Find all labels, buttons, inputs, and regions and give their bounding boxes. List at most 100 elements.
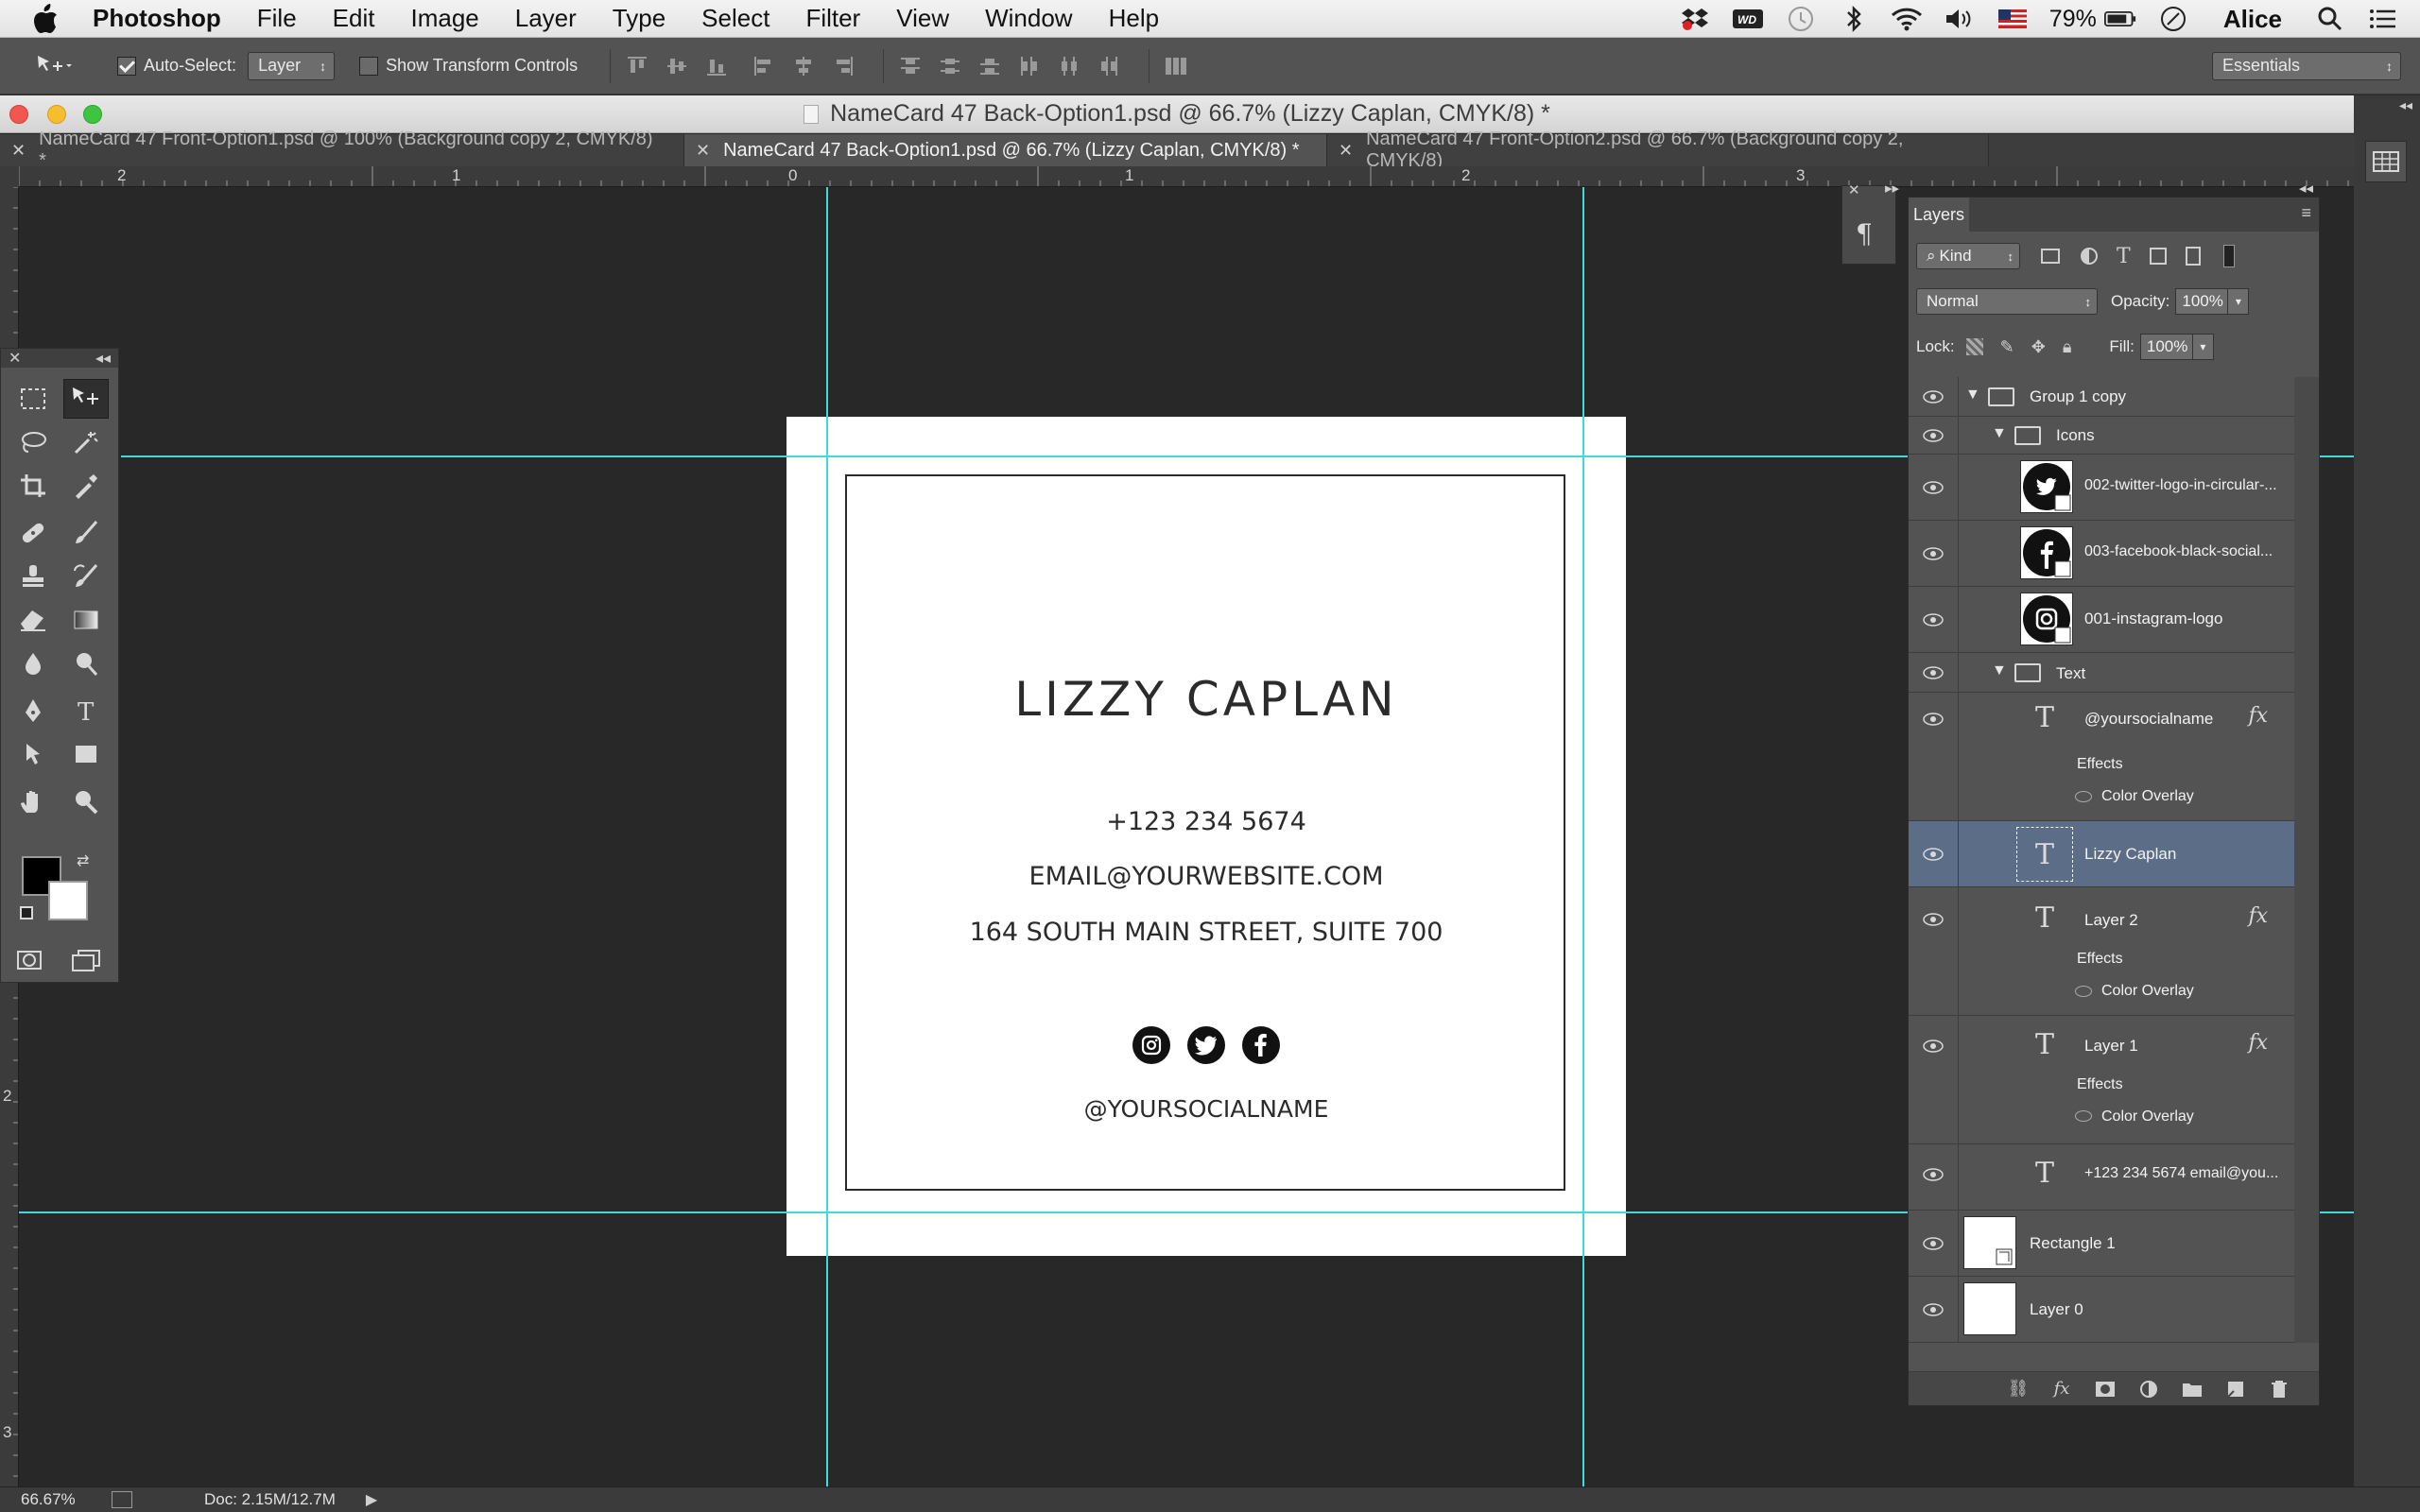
align-right-icon[interactable]	[830, 53, 856, 79]
ruler-origin[interactable]	[0, 166, 19, 187]
instagram-icon[interactable]	[1132, 1026, 1170, 1064]
fx-icon[interactable]: fx	[2248, 1031, 2268, 1055]
workspace-dropdown[interactable]: Essentials	[2212, 51, 2401, 80]
expand-triangle-icon[interactable]: ▼	[1992, 662, 2007, 679]
visibility-eye-icon[interactable]	[1920, 478, 1946, 497]
color-overlay-effect[interactable]: Color Overlay	[2101, 983, 2194, 1000]
menu-edit[interactable]: Edit	[333, 4, 375, 33]
opacity-field[interactable]: 100%	[2175, 288, 2229, 315]
distribute-right-icon[interactable]	[1096, 53, 1122, 79]
layers-scrollbar[interactable]	[2294, 377, 2319, 1343]
visibility-eye-icon[interactable]	[1920, 610, 1946, 629]
horizontal-guide[interactable]	[19, 1211, 1908, 1213]
zoom-level[interactable]: 66.67%	[21, 1490, 106, 1509]
paragraph-icon[interactable]: ¶	[1856, 218, 1873, 249]
vertical-guide[interactable]	[826, 187, 828, 1486]
adjustment-layer-icon[interactable]	[2137, 1379, 2160, 1400]
clock-icon[interactable]	[2157, 5, 2189, 33]
list-icon[interactable]	[2367, 5, 2399, 33]
visibility-eye-icon[interactable]	[1920, 387, 1946, 406]
filter-toggle[interactable]	[2222, 245, 2235, 267]
fx-icon[interactable]: fx	[2248, 904, 2268, 928]
layer-1[interactable]: T Layer 1 fx Effects Color Overlay	[1909, 1016, 2294, 1144]
visibility-eye-icon[interactable]	[1920, 1165, 1946, 1184]
horizontal-guide[interactable]	[121, 455, 1908, 457]
close-tab-icon[interactable]: ✕	[1339, 141, 1353, 161]
collapse-panels-icon[interactable]: ◂◂	[2299, 180, 2313, 197]
layer-twitter-logo[interactable]: 002-twitter-logo-in-circular-...	[1909, 455, 2294, 521]
clone-stamp-tool[interactable]	[10, 557, 56, 596]
menu-layer[interactable]: Layer	[515, 4, 577, 33]
lock-transparent-icon[interactable]	[1965, 338, 1983, 355]
distribute-vcenter-icon[interactable]	[937, 53, 963, 79]
eyedropper-tool[interactable]	[63, 466, 109, 506]
fill-slider-button[interactable]: ▾	[2192, 334, 2214, 360]
filter-adjustment-icon[interactable]	[2081, 248, 2098, 265]
zoom-window-button[interactable]	[83, 105, 102, 124]
layer-group-icons[interactable]: ▼ Icons	[1909, 417, 2294, 455]
menu-select[interactable]: Select	[701, 4, 769, 33]
align-left-icon[interactable]	[751, 53, 777, 79]
effects-label[interactable]: Effects	[2077, 756, 2123, 773]
auto-align-icon[interactable]	[1163, 53, 1189, 79]
visibility-eye-icon[interactable]	[1920, 426, 1946, 445]
visibility-eye-icon[interactable]	[1920, 1037, 1946, 1056]
distribute-hcenter-icon[interactable]	[1056, 53, 1082, 79]
minimize-window-button[interactable]	[47, 105, 66, 124]
filter-kind-dropdown[interactable]: ⌕ Kind	[1916, 243, 2020, 269]
layer-contact-text[interactable]: T +123 234 5674 email@you...	[1909, 1144, 2294, 1211]
magic-wand-tool[interactable]	[63, 422, 109, 462]
time-machine-icon[interactable]	[1785, 5, 1817, 33]
default-colors-icon[interactable]	[20, 906, 33, 919]
move-tool-preset-icon[interactable]	[34, 53, 72, 79]
fx-icon[interactable]: fx	[2248, 704, 2268, 728]
collapse-icon[interactable]: ◂◂	[95, 349, 111, 368]
tab-front-option2[interactable]: ✕ NameCard 47 Front-Option2.psd @ 66.7% …	[1327, 129, 1989, 171]
zoom-tool[interactable]	[63, 782, 109, 821]
status-preview-icon[interactable]	[112, 1491, 132, 1508]
menu-file[interactable]: File	[257, 4, 297, 33]
marquee-tool[interactable]	[10, 379, 56, 419]
type-tool[interactable]: T	[63, 691, 109, 730]
layer-lizzy-caplan[interactable]: T Lizzy Caplan	[1909, 821, 2294, 887]
user-menu[interactable]: Alice	[2223, 5, 2282, 34]
new-group-icon[interactable]	[2181, 1379, 2204, 1400]
wd-icon[interactable]: WD	[1732, 5, 1764, 33]
distribute-left-icon[interactable]	[1016, 53, 1043, 79]
history-brush-tool[interactable]	[63, 557, 109, 596]
bluetooth-icon[interactable]	[1838, 5, 1870, 33]
move-tool[interactable]	[63, 379, 109, 419]
color-overlay-effect[interactable]: Color Overlay	[2101, 788, 2194, 805]
opacity-slider-button[interactable]: ▾	[2228, 288, 2250, 315]
add-style-icon[interactable]: fx	[2050, 1379, 2073, 1400]
facebook-icon[interactable]	[1242, 1026, 1280, 1064]
panel-menu-icon[interactable]: ≡	[2301, 203, 2311, 223]
effects-label[interactable]: Effects	[2077, 1076, 2123, 1093]
expand-panels-icon[interactable]: ▸▸	[1885, 180, 1899, 197]
visibility-eye-icon[interactable]	[1920, 710, 1946, 729]
dropbox-icon[interactable]	[1679, 5, 1711, 33]
close-tab-icon[interactable]: ✕	[696, 141, 710, 161]
panel-icon[interactable]	[2365, 141, 2407, 182]
align-vcenter-icon[interactable]	[664, 53, 690, 79]
close-tab-icon[interactable]: ✕	[11, 141, 26, 161]
menu-filter[interactable]: Filter	[805, 4, 860, 33]
blur-tool[interactable]	[10, 644, 56, 683]
layer-facebook-logo[interactable]: 003-facebook-black-social...	[1909, 521, 2294, 587]
vertical-guide[interactable]	[1582, 187, 1584, 1486]
healing-brush-tool[interactable]	[10, 513, 56, 553]
layer-2[interactable]: T Layer 2 fx Effects Color Overlay	[1909, 887, 2294, 1016]
visibility-eye-icon[interactable]	[1920, 910, 1946, 929]
add-mask-icon[interactable]	[2094, 1379, 2117, 1400]
visibility-eye-icon[interactable]	[1920, 845, 1946, 864]
filter-type-icon[interactable]: T	[2117, 245, 2131, 268]
effects-label[interactable]: Effects	[2077, 951, 2123, 968]
search-icon[interactable]	[2314, 5, 2346, 33]
effect-visibility-icon[interactable]	[2075, 791, 2092, 802]
card-name[interactable]: LIZZY CAPLAN	[786, 672, 1626, 727]
apple-icon[interactable]	[32, 3, 64, 35]
new-layer-icon[interactable]	[2224, 1379, 2247, 1400]
pen-tool[interactable]	[10, 691, 56, 730]
align-top-icon[interactable]	[624, 53, 650, 79]
effect-visibility-icon[interactable]	[2075, 1110, 2092, 1122]
